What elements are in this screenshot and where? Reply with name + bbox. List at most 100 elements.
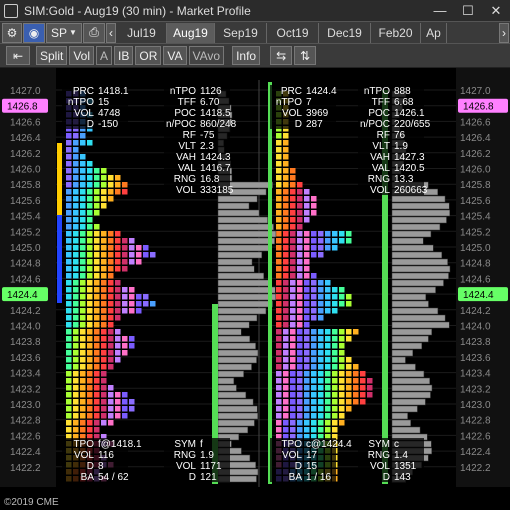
- tab-dec19[interactable]: Dec19: [319, 22, 371, 43]
- chevron-left-icon[interactable]: ‹: [106, 22, 116, 43]
- price-tick-right: 1423.4: [460, 369, 491, 380]
- tpo-block: [283, 413, 289, 419]
- volume-bar: [217, 237, 275, 245]
- tpo-block: [346, 399, 352, 405]
- tpo-block: [66, 301, 72, 307]
- tpo-block: [276, 147, 282, 153]
- tpo-block: [73, 371, 79, 377]
- tpo-block: [87, 175, 93, 181]
- tpo-block: [276, 182, 282, 188]
- tpo-block: [80, 266, 86, 272]
- link-icon[interactable]: ◉: [23, 22, 45, 43]
- tpo-block: [290, 343, 296, 349]
- tab-oct19[interactable]: Oct19: [267, 22, 319, 43]
- volume-bar: [217, 370, 244, 378]
- tpo-block: [66, 420, 72, 426]
- tpo-block: [339, 413, 345, 419]
- tool-a[interactable]: A: [96, 46, 113, 65]
- tpo-block: [87, 308, 93, 314]
- tpo-block: [143, 301, 149, 307]
- tab-feb20[interactable]: Feb20: [371, 22, 421, 43]
- tpo-block: [66, 231, 72, 237]
- tpo-block: [339, 420, 345, 426]
- tpo-block: [325, 350, 331, 356]
- tpo-block: [73, 168, 79, 174]
- tpo-block: [339, 336, 345, 342]
- tpo-block: [332, 427, 338, 433]
- tpo-block: [94, 413, 100, 419]
- maximize-button[interactable]: ☐: [454, 0, 482, 22]
- tpo-block: [122, 399, 128, 405]
- tpo-block: [108, 406, 114, 412]
- tpo-block: [94, 196, 100, 202]
- tpo-block: [290, 371, 296, 377]
- tpo-block: [360, 399, 366, 405]
- tpo-block: [80, 420, 86, 426]
- move-horizontal-icon[interactable]: ⇆: [270, 46, 293, 65]
- minimize-button[interactable]: —: [426, 0, 454, 22]
- tpo-block: [304, 399, 310, 405]
- stat-bg: [164, 96, 230, 107]
- tpo-block: [143, 294, 149, 300]
- tool-va[interactable]: VA: [163, 46, 187, 65]
- tpo-block: [332, 308, 338, 314]
- tpo-block: [304, 308, 310, 314]
- tpo-block: [283, 133, 289, 139]
- gear-icon[interactable]: ⚙: [2, 22, 22, 43]
- tpo-block: [304, 259, 310, 265]
- pin-left-icon[interactable]: ⇤: [6, 46, 30, 65]
- chevron-right-icon[interactable]: ›: [499, 22, 509, 43]
- tpo-block: [318, 231, 324, 237]
- tpo-block: [304, 357, 310, 363]
- tpo-block: [115, 343, 121, 349]
- tpo-block: [297, 210, 303, 216]
- tpo-block: [80, 259, 86, 265]
- tpo-block: [311, 371, 317, 377]
- volume-bar: [217, 300, 273, 308]
- volume-bar: [391, 405, 418, 413]
- tool-ib[interactable]: IB: [114, 46, 134, 65]
- tpo-block: [332, 238, 338, 244]
- tpo-block: [332, 413, 338, 419]
- tpo-block: [339, 371, 345, 377]
- tpo-block: [73, 294, 79, 300]
- sort-icon[interactable]: ⇅: [294, 46, 317, 65]
- price-tick-right: 1423.6: [460, 353, 491, 364]
- tpo-block: [87, 238, 93, 244]
- printer-icon[interactable]: ⎙: [83, 22, 105, 43]
- session2-top-stat-key: PRC: [281, 86, 302, 97]
- session2-top-stat-value: 7: [306, 97, 312, 108]
- tpo-block: [367, 385, 373, 391]
- price-tick-right: 1424.2: [460, 306, 491, 317]
- tab-jul19[interactable]: Jul19: [117, 22, 167, 43]
- tpo-block: [283, 406, 289, 412]
- session1-bottom-right-stat-key: VOL: [176, 461, 196, 472]
- tool-vol[interactable]: Vol: [69, 46, 95, 65]
- tpo-block: [311, 385, 317, 391]
- tpo-block: [66, 189, 72, 195]
- stat-bg: [358, 129, 424, 140]
- tpo-block: [115, 175, 121, 181]
- tab-aug19[interactable]: Aug19: [167, 22, 215, 43]
- market-profile-chart[interactable]: 1427.0 1427.0 1426.8 1426.8 1426.6 1426.6 1426…: [0, 68, 510, 510]
- tab-ap[interactable]: Ap: [421, 22, 447, 43]
- symbol-dropdown[interactable]: SP ▼: [46, 22, 82, 43]
- tool-or[interactable]: OR: [135, 46, 162, 65]
- tpo-block: [360, 371, 366, 377]
- session1-bottom-stat-key: BA: [81, 472, 95, 483]
- tpo-block: [108, 343, 114, 349]
- tool-vavo[interactable]: VAvo: [188, 46, 225, 65]
- tpo-block: [150, 301, 156, 307]
- tool-split[interactable]: Split: [36, 46, 68, 65]
- tpo-block: [73, 259, 79, 265]
- volume-bar: [391, 314, 446, 322]
- tool-info[interactable]: Info: [232, 46, 261, 65]
- tpo-block: [66, 168, 72, 174]
- tpo-block: [87, 427, 93, 433]
- price-marker-label: 1426.8: [7, 102, 38, 113]
- tab-sep19[interactable]: Sep19: [215, 22, 267, 43]
- tpo-block: [339, 238, 345, 244]
- tpo-block: [94, 259, 100, 265]
- tpo-block: [297, 322, 303, 328]
- close-button[interactable]: ✕: [482, 0, 510, 22]
